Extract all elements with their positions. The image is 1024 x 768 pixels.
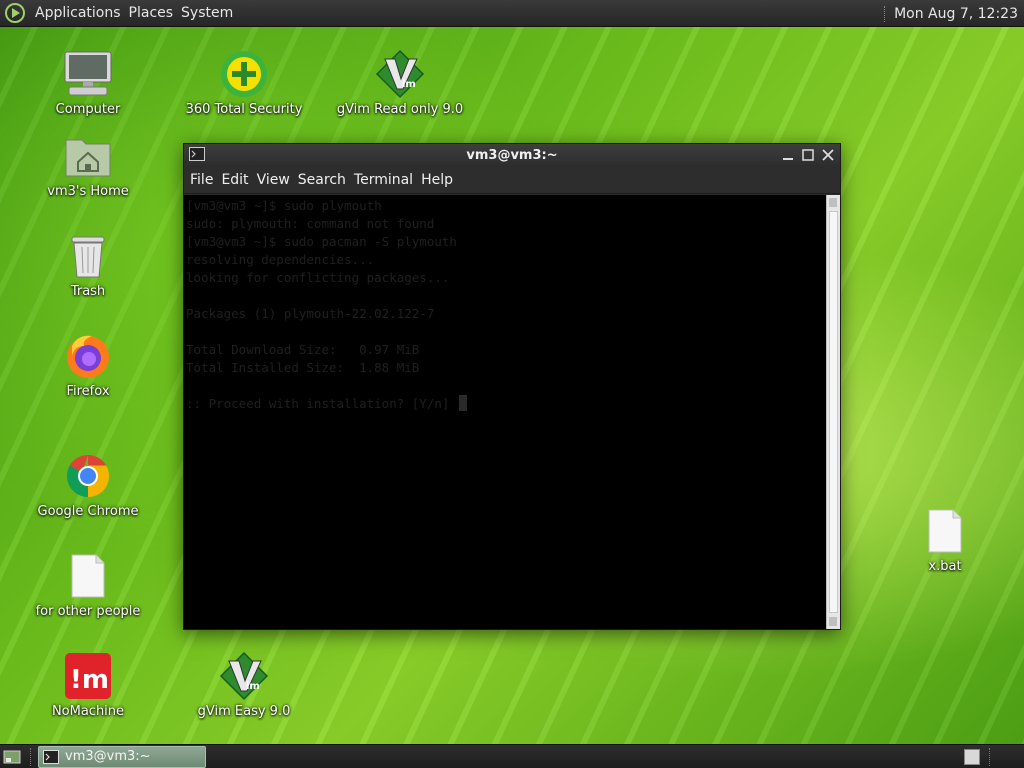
scroll-down-arrow[interactable] [829, 617, 837, 626]
svg-text:!m: !m [70, 665, 109, 695]
terminal-window: vm3@vm3:~ File Edit View Search Terminal… [183, 143, 841, 630]
desktop-icon-label: for other people [35, 604, 141, 619]
desktop-icon-google-chrome[interactable]: Google Chrome [23, 450, 153, 519]
desktop-icon-360-total-security[interactable]: 360 Total Security [179, 48, 309, 117]
desktop-icon-gvim-read-only[interactable]: im gVim Read only 9.0 [335, 48, 465, 117]
desktop-icon-label: Google Chrome [37, 504, 139, 519]
svg-text:im: im [246, 681, 260, 692]
computer-icon [62, 48, 114, 100]
show-desktop-button[interactable] [2, 747, 22, 767]
top-panel: Applications Places System Mon Aug 7, 12… [0, 0, 1024, 27]
minimize-button[interactable] [780, 146, 796, 164]
window-titlebar[interactable]: vm3@vm3:~ [184, 144, 840, 167]
file-icon [62, 550, 114, 602]
taskbar-item-label: vm3@vm3:~ [65, 749, 151, 764]
desktop-icon-for-other-people[interactable]: for other people [23, 550, 153, 619]
bottom-panel: vm3@vm3:~ [0, 744, 1024, 768]
terminal-icon [189, 146, 205, 165]
firefox-icon [62, 330, 114, 382]
desktop-icon-nomachine[interactable]: !m NoMachine [23, 650, 153, 719]
terminal-line: Total Download Size: 0.97 MiB [186, 342, 420, 357]
close-button[interactable] [820, 146, 836, 164]
terminal-line: [vm3@vm3 ~]$ sudo plymouth [186, 198, 382, 213]
menu-search[interactable]: Search [294, 172, 350, 188]
terminal-line: Packages (1) plymouth-22.02.122-7 [186, 306, 435, 321]
desktop-icon-label: 360 Total Security [185, 102, 303, 117]
maximize-icon [802, 149, 814, 161]
scrollbar-thumb[interactable] [829, 211, 838, 613]
panel-separator [30, 747, 32, 766]
panel-separator [989, 748, 991, 766]
menu-terminal[interactable]: Terminal [350, 172, 417, 188]
places-menu[interactable]: Places [125, 5, 178, 21]
file-icon [919, 505, 971, 557]
desktop-icon-gvim-easy[interactable]: im gVim Easy 9.0 [179, 650, 309, 719]
minimize-icon [783, 158, 793, 160]
terminal-line: sudo: plymouth: command not found [186, 216, 435, 231]
desktop-icon-computer[interactable]: Computer [23, 48, 153, 117]
terminal-line: resolving dependencies... [186, 252, 375, 267]
terminal-icon [43, 749, 59, 764]
gvim-icon: im [374, 48, 426, 100]
terminal-line: [vm3@vm3 ~]$ sudo pacman -S plymouth [186, 234, 457, 249]
terminal-output[interactable]: [vm3@vm3 ~]$ sudo plymouth sudo: plymout… [184, 195, 826, 629]
window-title: vm3@vm3:~ [466, 148, 558, 163]
applications-menu[interactable]: Applications [31, 5, 125, 21]
terminal-menubar: File Edit View Search Terminal Help [184, 167, 840, 194]
desktop-icon-home[interactable]: vm3's Home [23, 130, 153, 199]
desktop-icon-firefox[interactable]: Firefox [23, 330, 153, 399]
clock[interactable]: Mon Aug 7, 12:23 [894, 6, 1024, 22]
terminal-cursor [458, 395, 467, 411]
close-icon [822, 149, 834, 161]
menu-file[interactable]: File [186, 172, 217, 188]
system-menu[interactable]: System [177, 5, 237, 21]
terminal-prompt-line: :: Proceed with installation? [Y/n] [186, 395, 824, 413]
desktop-icon-label: vm3's Home [47, 184, 129, 199]
svg-text:im: im [402, 79, 416, 90]
desktop-icon-trash[interactable]: Trash [23, 230, 153, 299]
menu-view[interactable]: View [253, 172, 294, 188]
gvim-icon: im [218, 650, 270, 702]
desktop-icon-label: Trash [70, 284, 106, 299]
terminal-scrollbar[interactable] [826, 195, 840, 629]
desktop-icon-label: Firefox [66, 384, 110, 399]
panel-separator [884, 5, 886, 22]
scroll-up-arrow[interactable] [829, 198, 837, 207]
desktop-icon-label: gVim Easy 9.0 [197, 704, 291, 719]
distro-logo-icon[interactable] [4, 2, 26, 24]
show-desktop-icon [3, 750, 21, 763]
menu-edit[interactable]: Edit [217, 172, 252, 188]
desktop-icon-x-bat[interactable]: x.bat [880, 505, 1010, 574]
desktop-icon-label: gVim Read only 9.0 [336, 102, 464, 117]
chrome-icon [62, 450, 114, 502]
workspace-switcher[interactable] [964, 749, 980, 765]
menu-help[interactable]: Help [417, 172, 457, 188]
maximize-button[interactable] [800, 146, 816, 164]
trash-icon [62, 230, 114, 282]
terminal-line: Total Installed Size: 1.88 MiB [186, 360, 420, 375]
desktop-icon-label: NoMachine [51, 704, 125, 719]
terminal-line: looking for conflicting packages... [186, 270, 450, 285]
desktop-icon-label: x.bat [928, 559, 962, 574]
desktop-icon-label: Computer [55, 102, 121, 117]
terminal-prompt-text: :: Proceed with installation? [Y/n] [186, 396, 457, 411]
home-folder-icon [62, 130, 114, 182]
taskbar-item-terminal[interactable]: vm3@vm3:~ [38, 745, 206, 768]
nomachine-icon: !m [62, 650, 114, 702]
360-total-security-icon [218, 48, 270, 100]
